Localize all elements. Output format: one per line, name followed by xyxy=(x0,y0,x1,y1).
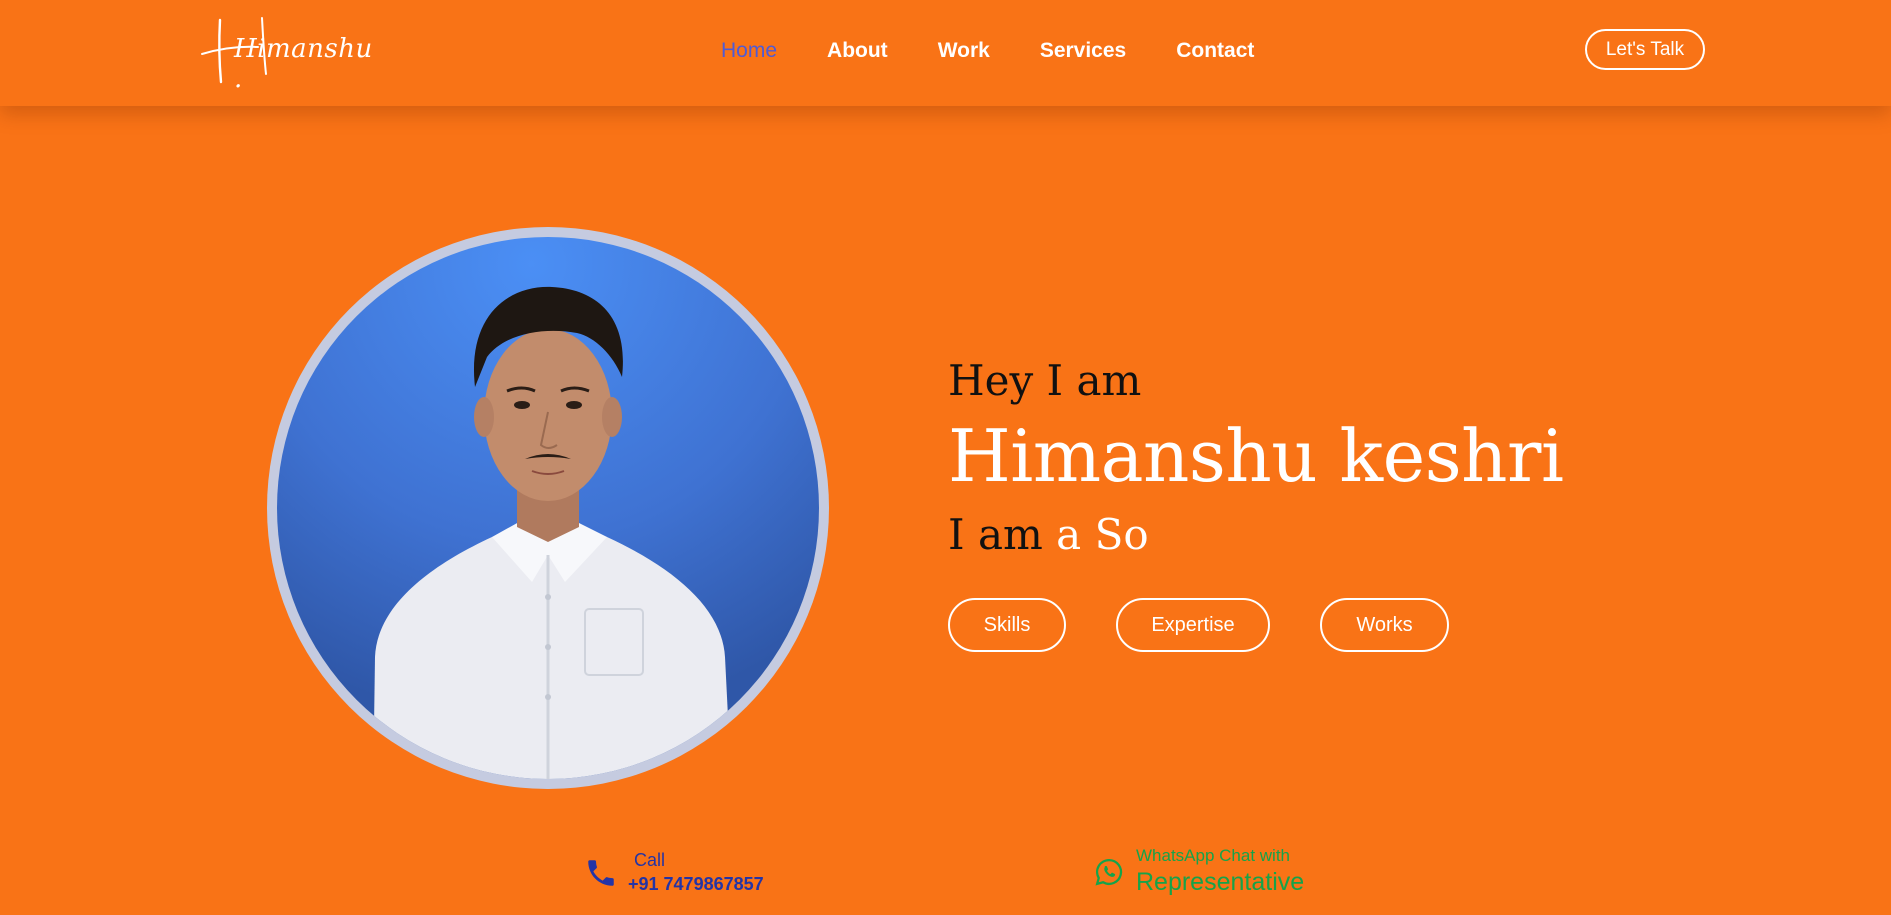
call-number[interactable]: +91 7479867857 xyxy=(628,874,764,895)
whatsapp-label: WhatsApp Chat with xyxy=(1136,846,1291,865)
phone-icon xyxy=(588,859,614,886)
call-link[interactable]: Call +91 7479867857 xyxy=(584,850,764,895)
whatsapp-link[interactable]: WhatsApp Chat with Representative xyxy=(1094,846,1304,897)
nav-work[interactable]: Work xyxy=(938,39,990,63)
hero-name: Himanshu keshri xyxy=(948,414,1564,498)
main-nav: Home About Work Services Contact xyxy=(721,36,1254,66)
hero-role-typed: a So xyxy=(1056,510,1149,559)
hero-section: Hey I am Himanshu keshri I am a So Skill… xyxy=(948,356,1648,652)
logo[interactable]: Himanshu . xyxy=(200,16,372,94)
nav-services[interactable]: Services xyxy=(1040,39,1126,63)
nav-about[interactable]: About xyxy=(827,39,888,63)
works-button[interactable]: Works xyxy=(1320,598,1449,652)
site-header: Himanshu . Home About Work Services Cont… xyxy=(0,0,1891,106)
expertise-button[interactable]: Expertise xyxy=(1116,598,1270,652)
skills-button[interactable]: Skills xyxy=(948,598,1066,652)
profile-photo xyxy=(267,227,829,789)
nav-contact[interactable]: Contact xyxy=(1176,39,1254,63)
whatsapp-icon xyxy=(1095,858,1123,885)
lets-talk-button[interactable]: Let's Talk xyxy=(1585,29,1705,70)
nav-home[interactable]: Home xyxy=(721,39,777,63)
hero-role-prefix: I am xyxy=(948,510,1043,559)
hero-buttons: Skills Expertise Works xyxy=(948,598,1449,652)
hero-greeting: Hey I am xyxy=(948,356,1142,405)
logo-text: Himanshu . xyxy=(234,34,373,94)
profile-portrait-image xyxy=(277,237,819,779)
hero-role: I am a So xyxy=(948,514,1648,556)
whatsapp-representative: Representative xyxy=(1136,868,1305,896)
call-label: Call xyxy=(634,850,666,870)
